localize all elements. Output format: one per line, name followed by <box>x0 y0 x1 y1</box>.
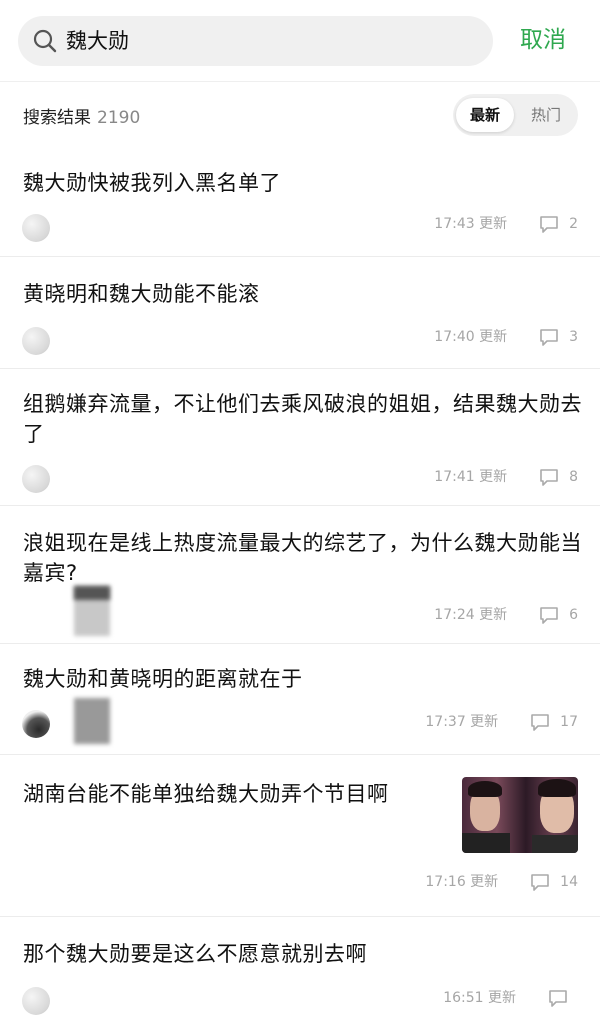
comment-icon <box>531 874 549 891</box>
avatar <box>22 465 50 493</box>
search-bar: 魏大勋 取消 <box>0 0 600 82</box>
item-title: 浪姐现在是线上热度流量最大的综艺了，为什么魏大勋能当嘉宾? <box>23 531 582 585</box>
list-item[interactable]: 浪姐现在是线上热度流量最大的综艺了，为什么魏大勋能当嘉宾? 17:24 更新 6 <box>0 506 600 644</box>
list-item[interactable]: 魏大勋快被我列入黑名单了 17:43 更新 2 <box>0 148 600 257</box>
item-time: 17:37 更新 <box>425 714 499 730</box>
comment-icon <box>531 714 549 731</box>
results-summary: 搜索结果 2190 <box>23 103 140 128</box>
item-meta: 17:16 更新 14 <box>425 871 578 893</box>
item-meta: 16:51 更新 <box>443 987 578 1009</box>
item-title: 湖南台能不能单独给魏大勋弄个节目啊 <box>23 782 389 806</box>
item-title: 黄晓明和魏大勋能不能滚 <box>23 282 260 306</box>
results-label: 搜索结果 <box>23 108 91 128</box>
item-meta: 17:40 更新 3 <box>434 326 578 348</box>
item-title: 那个魏大勋要是这么不愿意就别去啊 <box>23 942 367 966</box>
item-comment-count: 2 <box>569 216 578 232</box>
item-meta: 17:41 更新 8 <box>434 466 578 488</box>
comment-icon <box>540 469 558 486</box>
cancel-button[interactable]: 取消 <box>520 24 566 56</box>
sort-hot-button[interactable]: 热门 <box>517 98 575 132</box>
list-item[interactable]: 黄晓明和魏大勋能不能滚 17:40 更新 3 <box>0 257 600 369</box>
avatar <box>22 327 50 355</box>
results-header: 搜索结果 2190 最新 热门 <box>0 82 600 148</box>
results-count: 2190 <box>97 108 141 128</box>
item-comment-count: 3 <box>569 329 578 345</box>
search-input[interactable]: 魏大勋 <box>18 16 493 66</box>
item-meta: 17:43 更新 2 <box>434 213 578 235</box>
list-item[interactable]: 组鹅嫌弃流量，不让他们去乘风破浪的姐姐，结果魏大勋去了 17:41 更新 8 <box>0 369 600 506</box>
item-meta: 17:24 更新 6 <box>434 604 578 626</box>
item-comment-count: 8 <box>569 469 578 485</box>
comment-icon <box>540 216 558 233</box>
blurred-thumbnail <box>74 698 110 744</box>
sort-latest-button[interactable]: 最新 <box>456 98 514 132</box>
item-time: 17:16 更新 <box>425 874 499 890</box>
sort-toggle: 最新 热门 <box>453 94 578 136</box>
list-item[interactable]: 那个魏大勋要是这么不愿意就别去啊 16:51 更新 <box>0 917 600 1032</box>
comment-icon <box>540 329 558 346</box>
item-title: 魏大勋快被我列入黑名单了 <box>23 171 281 195</box>
item-title: 魏大勋和黄晓明的距离就在于 <box>23 667 303 691</box>
blurred-thumbnail <box>74 586 110 600</box>
list-item[interactable]: 魏大勋和黄晓明的距离就在于 17:37 更新 17 <box>0 644 600 755</box>
avatar <box>22 710 50 738</box>
item-time: 16:51 更新 <box>443 990 516 1006</box>
comment-icon <box>549 990 567 1007</box>
item-time: 17:40 更新 <box>434 329 508 345</box>
list-item[interactable]: 湖南台能不能单独给魏大勋弄个节目啊 17:16 更新 14 <box>0 755 600 917</box>
item-meta: 17:37 更新 17 <box>425 711 578 733</box>
item-comment-count: 14 <box>560 874 578 890</box>
item-time: 17:41 更新 <box>434 469 508 485</box>
item-time: 17:24 更新 <box>434 607 508 623</box>
post-thumbnail <box>462 777 578 853</box>
item-comment-count: 6 <box>569 607 578 623</box>
search-query-text: 魏大勋 <box>66 29 129 53</box>
item-time: 17:43 更新 <box>434 216 508 232</box>
item-title: 组鹅嫌弃流量，不让他们去乘风破浪的姐姐，结果魏大勋去了 <box>23 392 582 446</box>
search-icon <box>33 29 57 53</box>
item-comment-count: 17 <box>560 714 578 730</box>
comment-icon <box>540 607 558 624</box>
avatar <box>22 987 50 1015</box>
avatar <box>22 214 50 242</box>
